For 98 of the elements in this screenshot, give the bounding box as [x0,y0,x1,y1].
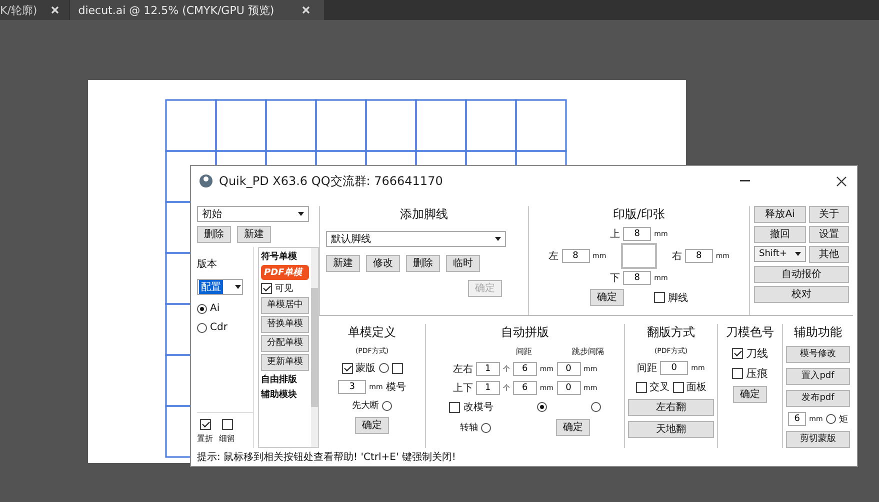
field-label: 左 [548,250,559,263]
tool-button[interactable]: 释放Ai [754,206,806,223]
option-checkbox[interactable]: 交叉 [636,380,670,394]
section-title: 辅助功能 [794,324,842,341]
radio-button[interactable] [536,402,547,412]
flip-button[interactable]: 天地翻 [628,421,714,438]
confirm-button[interactable]: 确定 [733,386,767,403]
field-label: 间距 [637,362,658,375]
tool-button[interactable]: 关于 [809,206,849,223]
version-label: 版本 [197,258,218,271]
input-field[interactable]: 8 [562,249,590,263]
footline-button[interactable]: 删除 [406,255,440,272]
list-item[interactable]: 自由排版 [261,373,309,386]
preset-dropdown[interactable]: 初始 [197,206,309,222]
footline-button[interactable]: 新建 [326,255,360,272]
section-title: 添加脚线 [400,206,448,223]
radio-button[interactable] [378,363,388,373]
scrollbar[interactable] [311,248,318,447]
radio-option[interactable]: 矩 [826,412,848,426]
radio-option[interactable]: Cdr [197,322,253,333]
list-item[interactable]: 辅助模块 [261,388,309,401]
app-icon [199,174,213,188]
input-field[interactable]: 3 [338,380,366,394]
status-hint: 提示: 鼠标移到相关按钮处查看帮助! 'Ctrl+E' 键强制关闭! [196,450,457,465]
input-field[interactable]: 0 [556,362,580,376]
document-tab[interactable]: diecut.ai @ 12.5% (CMYK/GPU 预览) [70,0,324,20]
module-button[interactable]: 分配单模 [261,335,309,352]
section-title: 印版/印张 [612,206,666,223]
assist-button[interactable]: 模号修改 [786,346,850,363]
window-title: Quik_PD X63.6 QQ交流群: 766641170 [219,172,443,190]
input-field[interactable]: 0 [660,361,688,375]
field-label: 上 [610,228,620,241]
list-header: 符号单模 [261,250,298,263]
radio-option[interactable]: 先大断 [352,399,392,412]
footline-button[interactable]: 临时 [446,255,480,272]
checkbox-label: 模号 [386,380,406,394]
input-field[interactable]: 8 [623,271,652,285]
shift-dropdown[interactable]: Shift+ [754,246,806,262]
close-icon[interactable] [836,176,847,186]
module-button[interactable]: 更新单模 [261,354,309,371]
section-title: 刀模色号 [726,324,774,341]
option-checkbox[interactable]: 面板 [672,380,706,394]
option-checkbox[interactable]: 压痕 [732,366,768,381]
visible-checkbox[interactable]: 可见 [261,282,309,295]
section-title: 自动拼版 [501,324,549,341]
checkbox[interactable] [392,362,402,374]
section-title: 翻版方式 [647,324,695,341]
minimize-icon[interactable] [740,180,750,182]
tool-button[interactable]: 自动报价 [754,266,849,283]
footline-checkbox[interactable]: 脚线 [654,290,688,304]
checkbox-label: 置折 [197,433,213,444]
list-item[interactable]: PDF单模 [261,265,309,280]
preset-button[interactable]: 删除 [197,226,231,243]
assist-button[interactable]: 剪切蒙版 [786,431,850,448]
module-button[interactable]: 单模居中 [261,297,309,314]
tool-button[interactable]: 撤回 [754,226,806,243]
section-title: 单模定义 [348,324,396,341]
tool-button[interactable]: 设置 [809,226,849,243]
tool-button[interactable]: 其他 [809,246,849,263]
tab-label: K/轮廓) [0,2,38,18]
mask-checkbox[interactable]: 蒙版 [342,361,376,375]
column-header: 跳步间隔 [572,346,604,357]
tab-label: diecut.ai @ 12.5% (CMYK/GPU 预览) [78,2,274,18]
option-checkbox[interactable]: 刀线 [732,346,768,361]
radio-button[interactable] [590,402,601,412]
column-header: 间距 [516,346,532,357]
flip-button[interactable]: 左右翻 [628,399,714,416]
checkbox[interactable] [200,419,210,430]
footline-button[interactable]: 修改 [366,255,400,272]
checkbox-label: 细留 [219,433,235,444]
assist-button[interactable]: 置入pdf [786,368,850,385]
footline-dropdown[interactable]: 默认脚线 [326,231,506,247]
radio-option[interactable]: Ai [197,303,253,314]
field-label: 上下 [452,382,473,395]
version-dropdown[interactable]: 配置 [197,279,243,295]
field-label: 下 [610,272,620,285]
input-field[interactable]: 8 [684,249,713,263]
preset-button[interactable]: 新建 [237,226,271,243]
checkbox[interactable] [222,419,232,430]
input-field[interactable]: 6 [512,381,537,395]
tool-button[interactable]: 校对 [754,286,849,303]
confirm-button[interactable]: 确定 [556,419,590,436]
input-field[interactable]: 1 [476,381,500,395]
input-field[interactable]: 0 [556,381,580,395]
document-tab[interactable]: K/轮廓) [0,0,70,20]
field-label: 右 [672,250,682,263]
radio-option[interactable]: 转轴 [460,421,491,434]
field-label: 左右 [452,363,473,376]
renumber-checkbox[interactable]: 改模号 [449,400,494,414]
confirm-button[interactable]: 确定 [355,417,389,434]
input-field[interactable]: 6 [788,412,806,426]
sheet-preview [620,243,657,269]
input-field[interactable]: 1 [476,362,500,376]
module-button[interactable]: 替换单模 [261,316,309,333]
confirm-button[interactable]: 确定 [590,289,624,306]
input-field[interactable]: 8 [623,227,652,241]
assist-button[interactable]: 发布pdf [786,390,850,407]
input-field[interactable]: 6 [512,362,537,376]
